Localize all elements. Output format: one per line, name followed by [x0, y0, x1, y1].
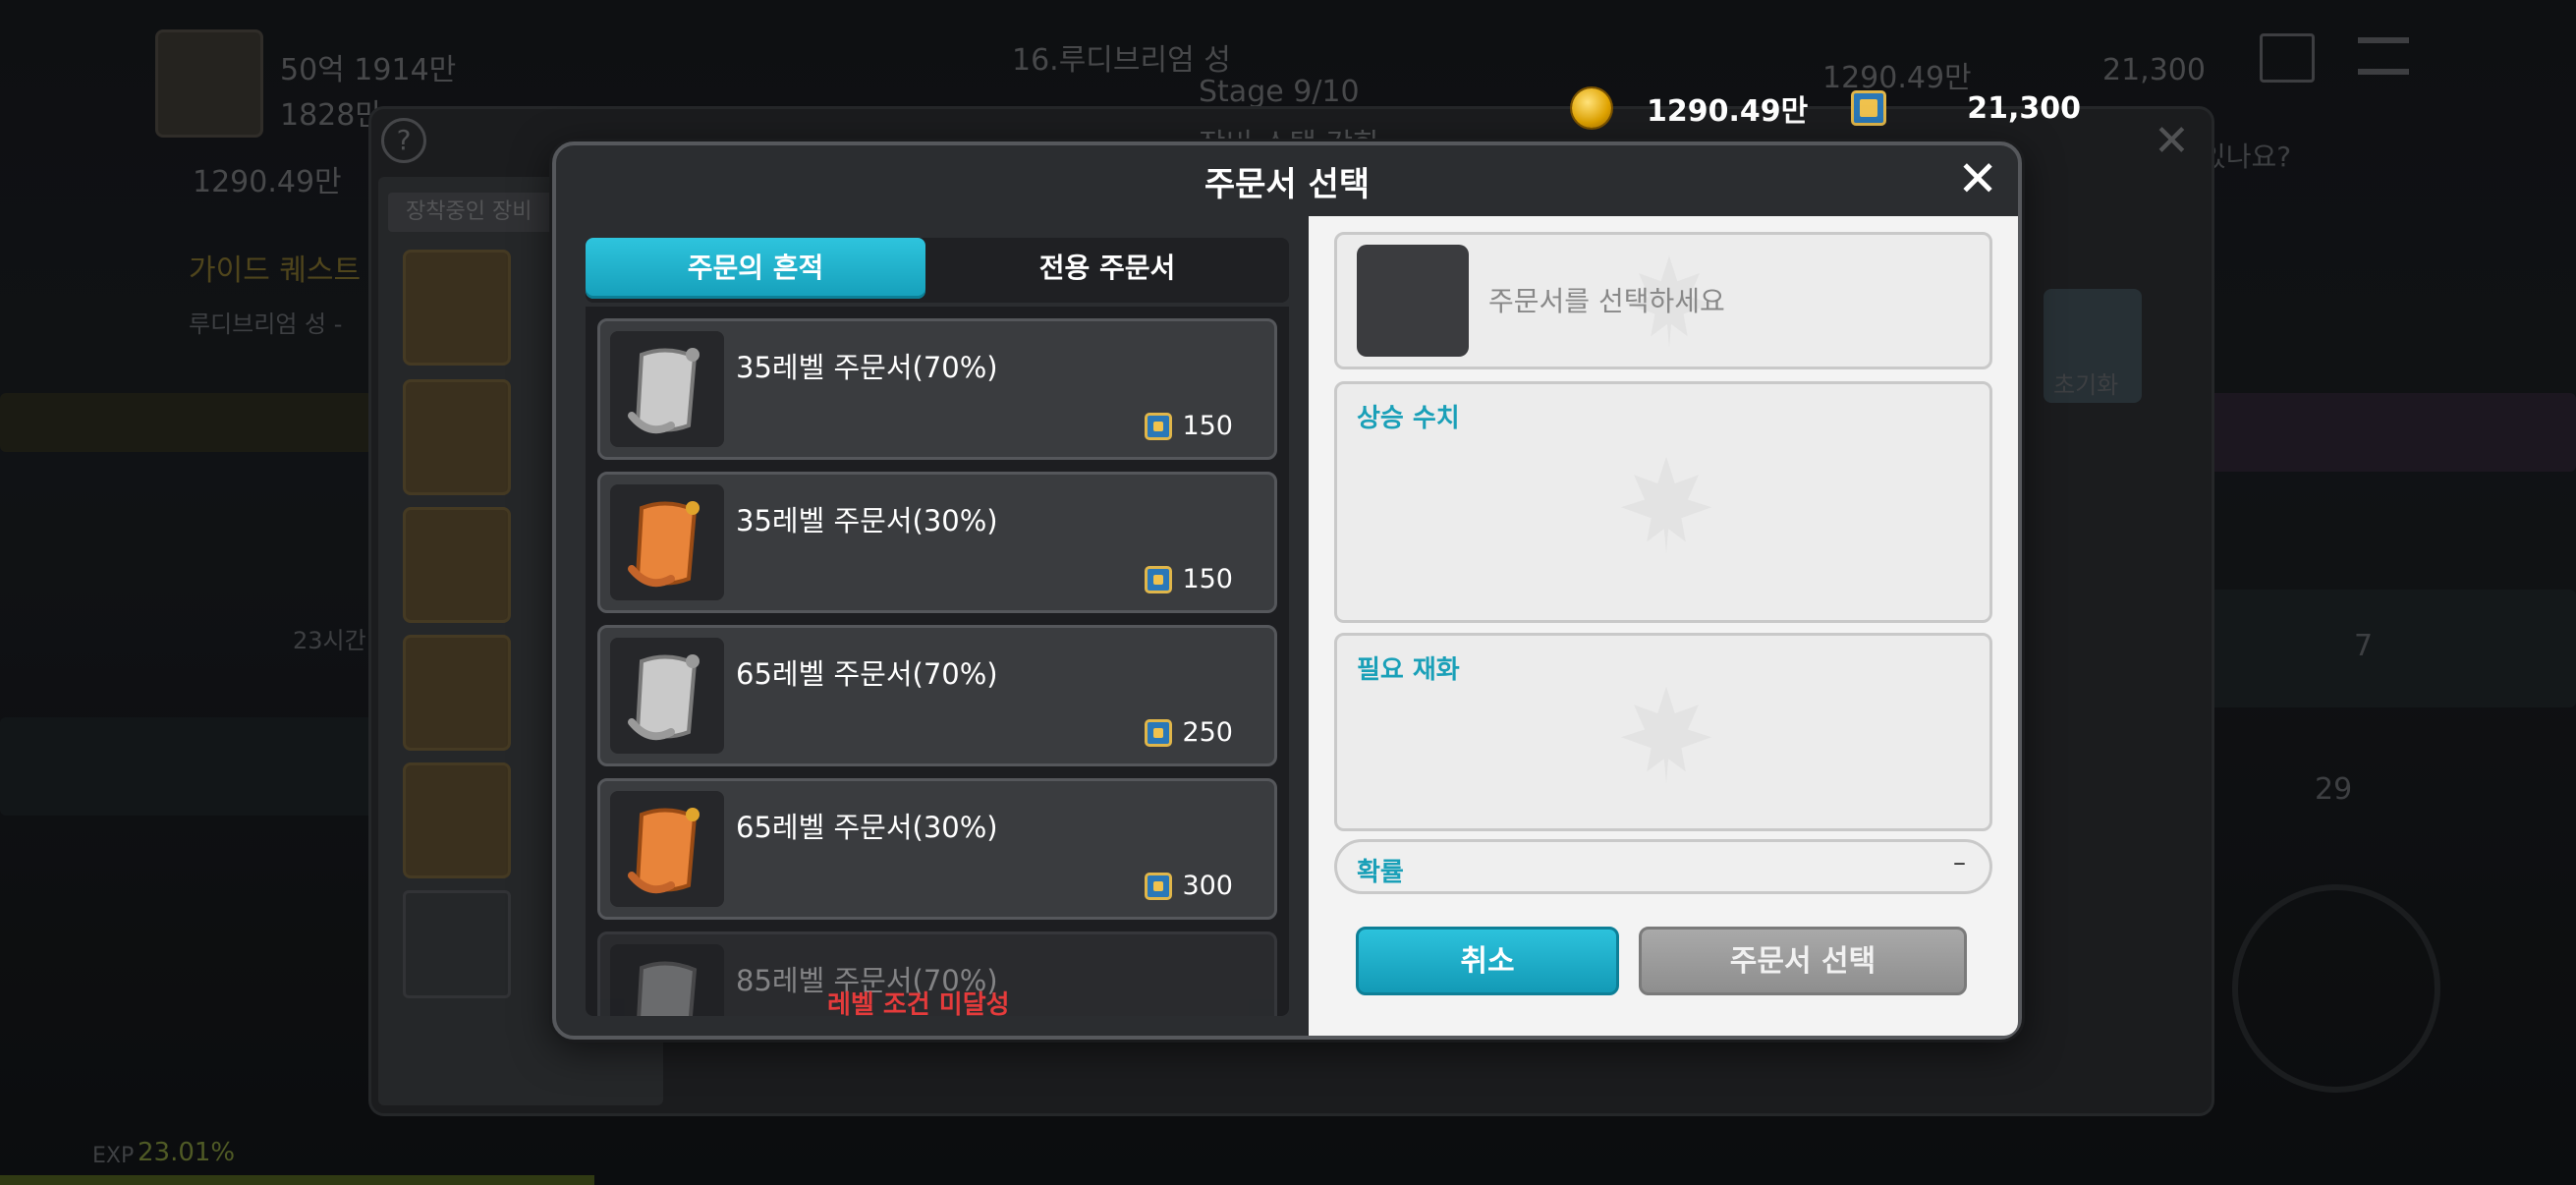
- gray-scroll-icon: [628, 654, 700, 741]
- scroll-ticket-icon: [1145, 565, 1173, 593]
- selected-scroll-slot: [1357, 245, 1469, 357]
- scroll-item[interactable]: 35레벨 주문서(30%) 150: [597, 472, 1277, 613]
- scroll-detail-panel: 주문서를 선택하세요 상승 수치 필요 재화 확률 – 취소 주문서 선택: [1309, 216, 2018, 1036]
- scroll-cost-value: 150: [1182, 564, 1233, 594]
- probability-bar: 확률 –: [1334, 839, 1992, 894]
- close-icon[interactable]: ✕: [1957, 149, 1998, 208]
- modal-title: 주문서 선택: [1204, 165, 1371, 204]
- scroll-list-panel: 주문의 흔적 전용 주문서 35레벨 주문서(70%) 150 35레벨 주문서…: [586, 238, 1289, 1024]
- level-warning: 레벨 조건 미달성: [827, 990, 1010, 1016]
- scroll-list: 35레벨 주문서(70%) 150 35레벨 주문서(30%) 150 65레벨…: [586, 307, 1289, 1016]
- scroll-cost-value: 150: [1182, 411, 1233, 441]
- scroll-name: 35레벨 주문서(70%): [736, 351, 998, 384]
- currency-bar: 1290.49만 21,300: [1572, 83, 2081, 134]
- stat-increase-label: 상승 수치: [1357, 404, 1460, 433]
- scroll-name: 35레벨 주문서(30%): [736, 504, 998, 537]
- scroll-cost-value: 250: [1182, 717, 1233, 748]
- scroll-item[interactable]: 35레벨 주문서(70%) 150: [597, 318, 1277, 460]
- cancel-button[interactable]: 취소: [1356, 927, 1619, 995]
- scroll-item[interactable]: 65레벨 주문서(70%) 250: [597, 625, 1277, 766]
- scroll-item[interactable]: 65레벨 주문서(30%) 300: [597, 778, 1277, 920]
- ticket-value: 21,300: [1967, 90, 2082, 126]
- scroll-thumbnail: [610, 791, 724, 907]
- scroll-cost: 300: [1145, 871, 1233, 901]
- scroll-cost: 250: [1145, 717, 1233, 748]
- scroll-ticket-icon: [1145, 412, 1173, 440]
- maple-leaf-icon: [1620, 686, 1712, 784]
- scroll-thumbnail: [610, 638, 724, 754]
- scroll-name: 65레벨 주문서(70%): [736, 657, 998, 691]
- scroll-thumbnail: [610, 484, 724, 600]
- gray-scroll-icon: [637, 961, 698, 1016]
- orange-scroll-icon: [628, 501, 700, 588]
- scroll-thumbnail: [610, 331, 724, 447]
- scroll-tabs: 주문의 흔적 전용 주문서: [586, 238, 1289, 303]
- scroll-ticket-icon: [1145, 718, 1173, 747]
- stat-increase-box: 상승 수치: [1334, 381, 1992, 623]
- required-cost-box: 필요 재화: [1334, 633, 1992, 831]
- scroll-thumbnail: [610, 944, 724, 1016]
- required-cost-label: 필요 재화: [1357, 655, 1460, 685]
- selected-scroll-box[interactable]: 주문서를 선택하세요: [1334, 232, 1992, 369]
- gold-value: 1290.49만: [1647, 94, 1809, 129]
- orange-scroll-icon: [628, 808, 700, 894]
- scroll-cost-value: 300: [1182, 871, 1233, 901]
- scroll-cost: 150: [1145, 564, 1233, 594]
- tab-trace-scroll[interactable]: 주문의 흔적: [586, 238, 925, 299]
- gold-coin-icon: [1572, 88, 1611, 128]
- scroll-ticket-icon: [1145, 872, 1173, 900]
- scroll-name: 65레벨 주문서(30%): [736, 811, 998, 844]
- probability-value: –: [1953, 848, 1966, 877]
- maple-leaf-icon: [1620, 456, 1712, 554]
- tab-exclusive-scroll[interactable]: 전용 주문서: [937, 238, 1277, 299]
- scroll-ticket-icon: [1851, 90, 1887, 126]
- scroll-select-modal: 주문서 선택 ✕ 주문의 흔적 전용 주문서 35레벨 주문서(70%) 150…: [552, 141, 2022, 1040]
- select-scroll-button[interactable]: 주문서 선택: [1639, 927, 1967, 995]
- maple-leaf-icon: [1626, 255, 1712, 348]
- gray-scroll-icon: [628, 348, 700, 434]
- scroll-cost: 150: [1145, 411, 1233, 441]
- probability-label: 확률: [1357, 858, 1404, 887]
